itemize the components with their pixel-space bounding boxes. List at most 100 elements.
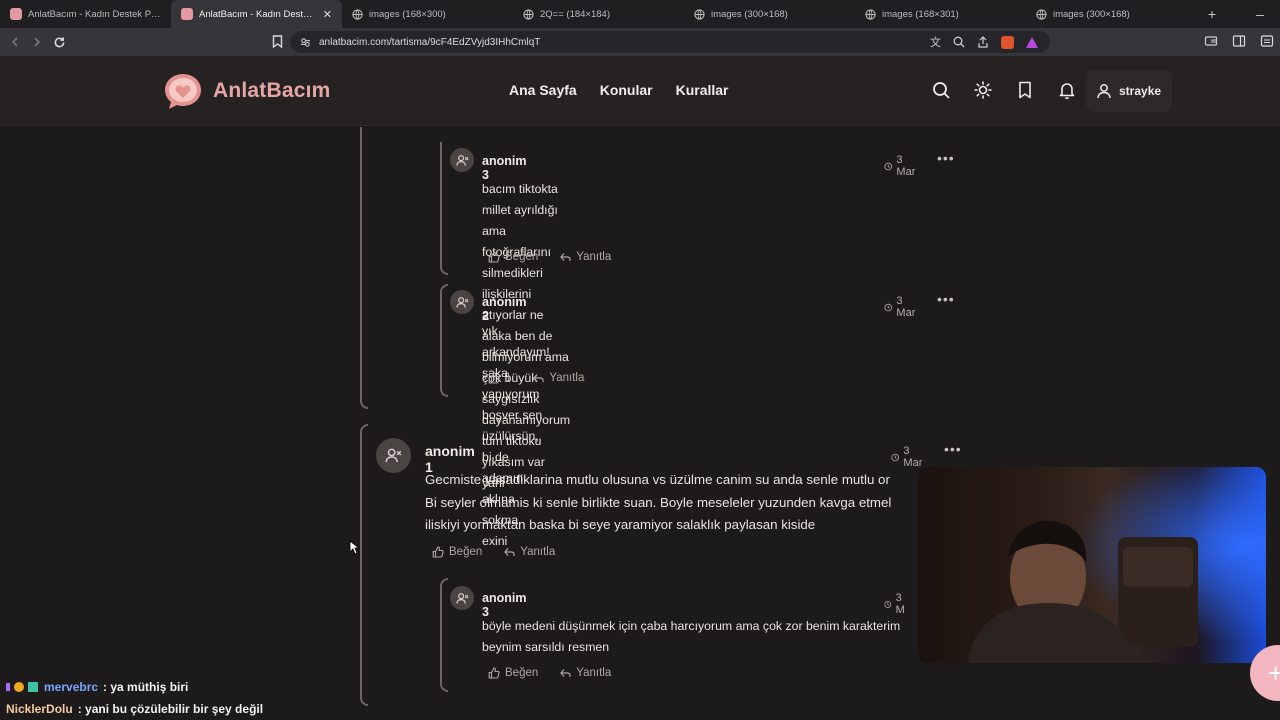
chat-badge-icon — [14, 682, 24, 692]
more-options-icon[interactable]: ••• — [937, 291, 955, 307]
reply-connector-line — [440, 578, 448, 692]
browser-tab-bar: AnlatBacım - Kadın Destek Platformu Anla… — [0, 0, 1280, 28]
comment-date: 3 Mar — [884, 295, 918, 319]
browser-toolbar: anlatbacim.com/tartisma/9cF4EdZVyjd3IHhC… — [0, 28, 1280, 56]
site-logo[interactable]: AnlatBacım — [163, 72, 331, 110]
more-options-icon[interactable]: ••• — [937, 150, 955, 166]
webcam-video-frame — [918, 467, 1266, 663]
anonymous-user-avatar — [450, 586, 474, 610]
user-x-icon — [455, 592, 468, 604]
comment-author: anonim 3 — [482, 154, 527, 182]
comment-date: 3 Mar — [884, 154, 918, 178]
menu-icon[interactable] — [1260, 34, 1274, 48]
new-tab-plus-icon[interactable]: + — [1197, 6, 1227, 22]
tab-label: images (168×301) — [882, 8, 959, 20]
bookmark-page-icon[interactable] — [272, 35, 283, 48]
tab-close-icon[interactable]: ✕ — [323, 8, 332, 21]
browser-tab[interactable]: images (168×301) — [855, 0, 1026, 28]
url-text: anlatbacim.com/tartisma/9cF4EdZVyjd3IHhC… — [319, 36, 541, 48]
stream-chat-message: NicklerDolu : yani bu çözülebilir bir şe… — [6, 702, 263, 716]
reload-icon[interactable] — [48, 36, 70, 49]
comment-line: Bi seyler olmamis ki senle birlikte suan… — [425, 494, 892, 510]
globe-icon — [1036, 8, 1047, 20]
wallet-icon[interactable] — [1204, 34, 1218, 48]
user-x-icon — [385, 448, 402, 463]
reply-button[interactable]: Yanıtla — [504, 546, 555, 558]
sidebar-toggle-icon[interactable] — [1232, 34, 1246, 48]
browser-tab[interactable]: images (300×168) — [1026, 0, 1197, 28]
like-button[interactable]: Beğen — [488, 667, 538, 679]
reply-arrow-icon — [504, 548, 515, 556]
reply-label: Yanıtla — [549, 372, 585, 384]
search-icon[interactable] — [920, 81, 962, 99]
bookmark-icon[interactable] — [1004, 81, 1046, 99]
comment-actions: Beğen Yanıtla — [488, 667, 611, 679]
browser-tab[interactable]: images (300×168) — [684, 0, 855, 28]
nav-link-ana-sayfa[interactable]: Ana Sayfa — [509, 82, 577, 98]
speech-heart-logo-icon — [165, 74, 201, 109]
more-options-icon[interactable]: ••• — [944, 441, 962, 457]
site-favicon-icon — [181, 8, 193, 20]
brave-shield-icon[interactable] — [1001, 35, 1014, 49]
date-text: 3 Mar — [896, 154, 916, 178]
tab-label: images (300×168) — [711, 8, 788, 20]
reply-connector-line — [440, 142, 448, 275]
clock-icon — [891, 453, 900, 461]
anonymous-user-avatar — [450, 290, 474, 314]
user-x-icon — [455, 296, 468, 308]
tab-label: AnlatBacım - Kadın Destek Platformu — [28, 8, 161, 20]
comment-date: 3 Mar — [891, 445, 925, 469]
reply-arrow-icon — [560, 253, 571, 261]
user-x-icon — [455, 154, 468, 166]
site-favicon-icon — [10, 8, 22, 20]
comment-author: anonim 3 — [482, 591, 527, 619]
window-minimize-icon[interactable]: – — [1240, 6, 1280, 22]
translate-icon[interactable]: 文 — [930, 34, 941, 50]
logo-text: AnlatBacım — [213, 79, 331, 102]
reply-button[interactable]: Yanıtla — [560, 667, 611, 679]
nav-link-kurallar[interactable]: Kurallar — [676, 82, 729, 98]
tab-label: images (168×300) — [369, 8, 446, 20]
site-settings-icon[interactable] — [300, 37, 311, 48]
theme-sun-icon[interactable] — [962, 81, 1004, 99]
user-icon — [1097, 84, 1111, 99]
reply-button[interactable]: Yanıtla — [533, 372, 584, 384]
forward-arrow-icon[interactable] — [26, 36, 48, 48]
user-menu-button[interactable]: strayke — [1086, 70, 1172, 112]
chat-message-text: : ya müthiş biri — [103, 680, 189, 694]
chat-username: mervebrc — [44, 680, 99, 694]
globe-icon — [523, 8, 534, 20]
brave-rewards-icon[interactable] — [1026, 36, 1038, 48]
browser-tab[interactable]: images (168×300) — [342, 0, 513, 28]
clock-icon — [884, 303, 893, 311]
nav-link-konular[interactable]: Konular — [600, 82, 653, 98]
reply-label: Yanıtla — [520, 546, 556, 558]
chat-username: NicklerDolu — [6, 702, 73, 716]
reply-button[interactable]: Yanıtla — [560, 251, 611, 263]
reply-label: Yanıtla — [576, 667, 612, 679]
address-bar[interactable]: anlatbacim.com/tartisma/9cF4EdZVyjd3IHhC… — [290, 31, 1050, 53]
browser-tab[interactable]: 2Q== (184×184) — [513, 0, 684, 28]
browser-tab-active[interactable]: AnlatBacım - Kadın Destek Platfo ✕ — [171, 0, 342, 28]
zoom-icon[interactable] — [953, 36, 965, 48]
like-button[interactable]: Beğen — [432, 546, 482, 558]
back-arrow-icon[interactable] — [4, 36, 26, 48]
globe-icon — [352, 8, 363, 20]
like-label: Beğen — [449, 546, 483, 558]
anonymous-user-avatar — [376, 438, 411, 473]
comment-line: beynim sarsıldı resmen — [482, 640, 610, 654]
like-button[interactable]: Beğen — [488, 251, 538, 263]
like-button[interactable]: 1 — [488, 372, 511, 384]
main-navigation: Ana Sayfa Konular Kurallar — [509, 82, 752, 98]
browser-tab[interactable]: AnlatBacım - Kadın Destek Platformu — [0, 0, 171, 28]
tab-label: images (300×168) — [1053, 8, 1130, 20]
notification-bell-icon[interactable] — [1046, 81, 1088, 99]
mouse-cursor-icon — [349, 540, 359, 555]
thumbs-up-icon — [488, 251, 500, 263]
share-icon[interactable] — [977, 36, 989, 48]
like-label: Beğen — [505, 251, 539, 263]
thread-connector-line — [360, 127, 368, 409]
chat-message-text: : yani bu çözülebilir bir şey değil — [77, 702, 264, 716]
comment-body: böyle medeni düşünmek için çaba harcıyor… — [482, 616, 918, 658]
tab-label: AnlatBacım - Kadın Destek Platfo — [199, 8, 317, 20]
